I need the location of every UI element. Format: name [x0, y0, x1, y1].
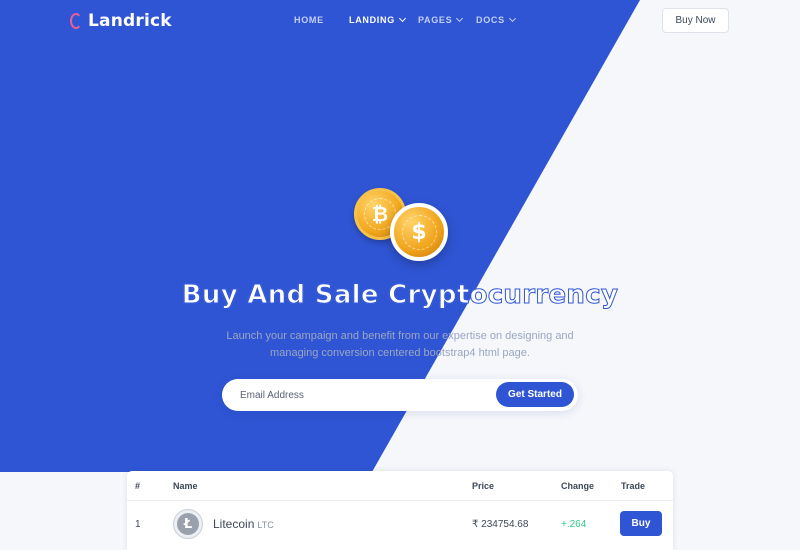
coin-name: Litecoin — [213, 517, 255, 531]
litecoin-icon: Ł — [173, 509, 203, 539]
hero-subtitle-line-2: managing conversion centered bootstrap4 … — [270, 347, 530, 359]
column-header-change: Change — [561, 481, 595, 491]
crypto-price-table: # Name Price Change Trade 1 Ł Litecoin LT… — [127, 471, 673, 550]
hero-subtitle-line-1: Launch your campaign and benefit from ou… — [226, 330, 574, 342]
coin-price: ₹ 234754.68 — [472, 519, 529, 530]
nav-item-label: DOCS — [476, 15, 505, 25]
hero-subtitle: Launch your campaign and benefit from ou… — [200, 328, 600, 362]
email-signup-form: Get Started — [222, 379, 578, 411]
chevron-down-icon — [456, 14, 464, 23]
chevron-down-icon — [508, 14, 516, 23]
buy-button[interactable]: Buy — [620, 511, 662, 536]
buy-now-button[interactable]: Buy Now — [662, 8, 729, 33]
hero-title: Buy And Sale Cryptocurrency — [181, 280, 619, 311]
column-header-price: Price — [472, 481, 495, 491]
table-header: # Name Price Change Trade — [127, 471, 673, 501]
chevron-down-icon — [398, 14, 406, 23]
litecoin-glyph: Ł — [177, 513, 199, 535]
logo-icon — [70, 13, 82, 29]
coin-name-cell: Litecoin LTC — [213, 517, 274, 531]
nav-item-home[interactable]: HOME — [294, 15, 324, 25]
nav-item-label: LANDING — [349, 15, 395, 25]
get-started-button[interactable]: Get Started — [496, 382, 574, 407]
dollar-coin-icon: $ — [390, 203, 448, 261]
brand-logo[interactable]: Landrick — [70, 10, 172, 32]
nav-item-landing[interactable]: LANDING — [349, 14, 406, 25]
nav-item-pages[interactable]: PAGES — [418, 14, 464, 25]
nav-item-docs[interactable]: DOCS — [476, 14, 516, 25]
dollar-symbol: $ — [401, 214, 437, 250]
brand-name: Landrick — [88, 11, 172, 31]
column-header-index: # — [135, 481, 141, 491]
row-index: 1 — [135, 519, 141, 530]
top-navbar: Landrick HOME LANDING PAGES DOCS Buy Now — [0, 0, 800, 44]
email-input[interactable] — [240, 387, 490, 403]
column-header-name: Name — [173, 481, 198, 491]
coin-change: +.264 — [561, 519, 587, 530]
table-row: 1 Ł Litecoin LTC ₹ 234754.68 +.264 Buy — [127, 502, 673, 550]
crypto-coins-illustration: ₿ $ — [350, 186, 460, 266]
hero-background — [0, 0, 640, 472]
column-header-trade: Trade — [621, 481, 646, 491]
coin-symbol: LTC — [257, 520, 274, 530]
nav-item-label: PAGES — [418, 15, 453, 25]
nav-item-label: HOME — [294, 15, 324, 25]
